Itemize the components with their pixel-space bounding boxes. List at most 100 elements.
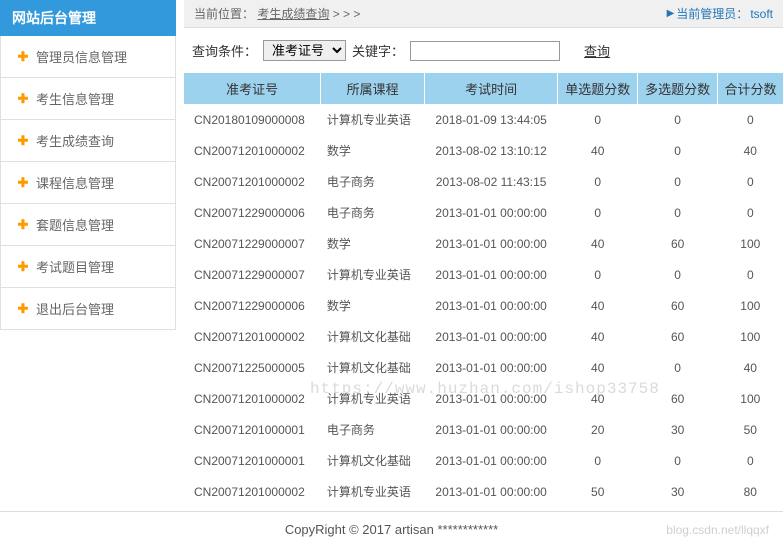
table-row: CN20071201000001计算机文化基础2013-01-01 00:00:… — [184, 445, 783, 476]
plus-icon: ✚ — [17, 175, 29, 191]
cell: 数学 — [321, 290, 425, 321]
cell: 计算机专业英语 — [321, 383, 425, 414]
cell: 30 — [638, 414, 718, 445]
table-row: CN20071229000006数学2013-01-01 00:00:00406… — [184, 290, 783, 321]
cell: 0 — [718, 445, 783, 476]
cell: CN20071201000001 — [184, 414, 321, 445]
breadcrumb-link[interactable]: 考生成绩查询 — [257, 7, 329, 21]
cell: CN20071201000002 — [184, 476, 321, 507]
cell: CN20071201000001 — [184, 445, 321, 476]
plus-icon: ✚ — [17, 217, 29, 233]
search-keyword-label: 关键字： — [352, 41, 404, 60]
sidebar-item-3[interactable]: ✚课程信息管理 — [1, 162, 175, 204]
admin-label: 当前管理员： — [676, 5, 748, 22]
cell: 60 — [638, 383, 718, 414]
cell: 0 — [638, 259, 718, 290]
cell: 60 — [638, 290, 718, 321]
col-header-5: 合计分数 — [718, 73, 783, 104]
cell: 40 — [718, 352, 783, 383]
cell: 电子商务 — [321, 197, 425, 228]
table-row: CN20071229000007数学2013-01-01 00:00:00406… — [184, 228, 783, 259]
table-row: CN20071229000006电子商务2013-01-01 00:00:000… — [184, 197, 783, 228]
sidebar-item-label: 退出后台管理 — [36, 299, 114, 318]
cell: CN20071229000006 — [184, 290, 321, 321]
cell: 40 — [558, 135, 638, 166]
table-row: CN20180109000008计算机专业英语2018-01-09 13:44:… — [184, 104, 783, 135]
cell: 0 — [718, 259, 783, 290]
breadcrumb: 当前位置： 考生成绩查询 > > > — [194, 5, 360, 22]
cell: 2013-01-01 00:00:00 — [425, 414, 558, 445]
sidebar-title: 网站后台管理 — [0, 0, 176, 36]
cell: 计算机文化基础 — [321, 445, 425, 476]
sidebar-item-2[interactable]: ✚考生成绩查询 — [1, 120, 175, 162]
cell: CN20071201000002 — [184, 166, 321, 197]
cell: 0 — [558, 445, 638, 476]
cell: 0 — [638, 104, 718, 135]
plus-icon: ✚ — [17, 133, 29, 149]
cell: 60 — [638, 228, 718, 259]
cell: 2013-08-02 11:43:15 — [425, 166, 558, 197]
cell: 2013-01-01 00:00:00 — [425, 197, 558, 228]
cell: CN20180109000008 — [184, 104, 321, 135]
cell: 计算机文化基础 — [321, 352, 425, 383]
cell: 计算机专业英语 — [321, 104, 425, 135]
sidebar-item-1[interactable]: ✚ 考生信息管理 — [1, 78, 175, 120]
sidebar-item-label: 套题信息管理 — [36, 215, 114, 234]
table-row: CN20071225000005计算机文化基础2013-01-01 00:00:… — [184, 352, 783, 383]
cell: 40 — [558, 352, 638, 383]
footer-copyright: CopyRight © 2017 artisan ************ — [0, 511, 783, 543]
cell: CN20071201000002 — [184, 135, 321, 166]
sidebar-item-label: 考生信息管理 — [36, 89, 114, 108]
plus-icon: ✚ — [17, 259, 29, 275]
sidebar-item-4[interactable]: ✚ 套题信息管理 — [1, 204, 175, 246]
sidebar-item-0[interactable]: ✚ 管理员信息管理 — [1, 36, 175, 78]
cell: 40 — [558, 321, 638, 352]
cell: 2013-01-01 00:00:00 — [425, 352, 558, 383]
cell: 电子商务 — [321, 414, 425, 445]
cell: 0 — [638, 166, 718, 197]
cell: 0 — [558, 104, 638, 135]
cell: 40 — [558, 290, 638, 321]
col-header-3: 单选题分数 — [558, 73, 638, 104]
plus-icon: ✚ — [17, 91, 29, 107]
sidebar-item-5[interactable]: ✚ 考试题目管理 — [1, 246, 175, 288]
cell: 20 — [558, 414, 638, 445]
search-button[interactable]: 查询 — [584, 41, 610, 60]
cell: 计算机文化基础 — [321, 321, 425, 352]
cell: 0 — [638, 445, 718, 476]
sidebar-item-6[interactable]: ✚ 退出后台管理 — [1, 288, 175, 329]
col-header-1: 所属课程 — [321, 73, 425, 104]
sidebar-item-label: 管理员信息管理 — [36, 47, 127, 66]
cell: CN20071201000002 — [184, 383, 321, 414]
cell: 0 — [718, 197, 783, 228]
cell: 40 — [558, 228, 638, 259]
table-row: CN20071229000007计算机专业英语2013-01-01 00:00:… — [184, 259, 783, 290]
cell: 100 — [718, 290, 783, 321]
table-row: CN20071201000002数学2013-08-02 13:10:12400… — [184, 135, 783, 166]
cell: 50 — [718, 414, 783, 445]
cell: 100 — [718, 321, 783, 352]
cell: 40 — [718, 135, 783, 166]
cell: CN20071225000005 — [184, 352, 321, 383]
cell: 2013-01-01 00:00:00 — [425, 228, 558, 259]
cell: CN20071201000002 — [184, 321, 321, 352]
table-row: CN20071201000002电子商务2013-08-02 11:43:150… — [184, 166, 783, 197]
col-header-2: 考试时间 — [425, 73, 558, 104]
cell: 计算机专业英语 — [321, 259, 425, 290]
cell: 0 — [718, 166, 783, 197]
cell: 2013-01-01 00:00:00 — [425, 321, 558, 352]
plus-icon: ✚ — [17, 301, 29, 317]
plus-icon: ✚ — [17, 49, 29, 65]
cell: 0 — [558, 197, 638, 228]
cell: 100 — [718, 383, 783, 414]
cell: 2013-01-01 00:00:00 — [425, 476, 558, 507]
cell: 数学 — [321, 135, 425, 166]
search-criteria-select[interactable]: 准考证号 — [263, 40, 346, 61]
cell: 50 — [558, 476, 638, 507]
cell: 80 — [718, 476, 783, 507]
sidebar-item-label: 考试题目管理 — [36, 257, 114, 276]
search-keyword-input[interactable] — [410, 41, 560, 61]
col-header-4: 多选题分数 — [638, 73, 718, 104]
cell: 100 — [718, 228, 783, 259]
cell: 2013-01-01 00:00:00 — [425, 445, 558, 476]
